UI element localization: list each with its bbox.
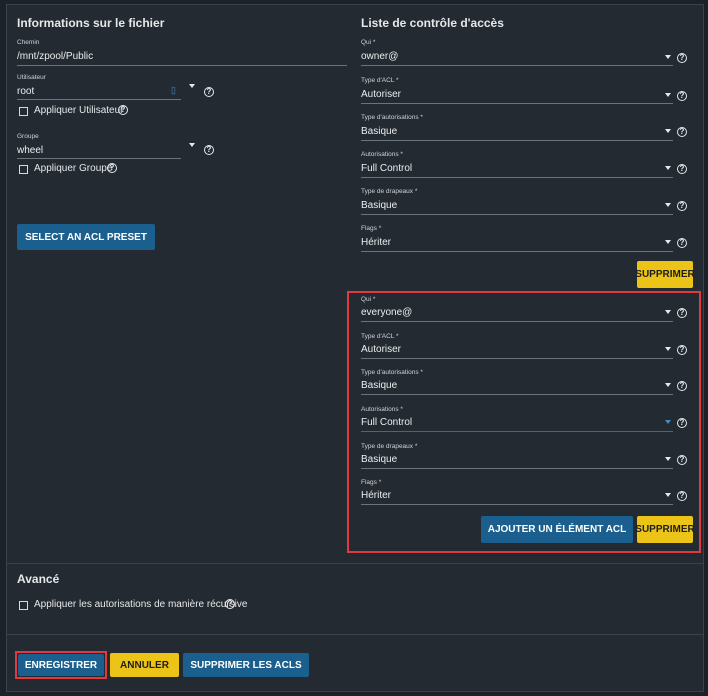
entry2-acltype-underline [361, 358, 673, 359]
recursive-checkbox[interactable] [19, 601, 28, 610]
entry2-perms-help-icon[interactable]: ? [677, 418, 687, 428]
user-help-icon[interactable]: ? [204, 87, 214, 97]
entry2-acltype-label: Type d'ACL * [361, 333, 399, 340]
entry1-permtype-underline [361, 140, 673, 141]
entry2-flagtype-help-icon[interactable]: ? [677, 455, 687, 465]
group-label: Groupe [17, 133, 39, 140]
entry1-flags-caret-down-icon[interactable] [665, 240, 671, 244]
entry1-acltype-select[interactable]: Autoriser [361, 89, 401, 100]
acl-title: Liste de contrôle d'accès [361, 16, 504, 30]
entry1-acltype-underline [361, 103, 673, 104]
entry1-perms-underline [361, 177, 673, 178]
path-field[interactable]: /mnt/zpool/Public [17, 51, 93, 62]
advanced-divider [7, 563, 703, 564]
entry2-perms-underline [361, 431, 673, 432]
save-button[interactable]: ENREGISTRER [18, 654, 104, 676]
cancel-button[interactable]: ANNULER [110, 653, 179, 677]
entry2-flags-label: Flags * [361, 479, 382, 486]
apply-group-label: Appliquer Groupe [34, 163, 113, 174]
strip-acls-button[interactable]: SUPPRIMER LES ACLS [183, 653, 309, 677]
entry1-permtype-label: Type d'autorisations * [361, 114, 423, 121]
user-caret-down-icon[interactable] [189, 84, 195, 88]
entry2-acltype-caret-down-icon[interactable] [665, 347, 671, 351]
footer-divider [7, 634, 703, 635]
entry1-perms-select[interactable]: Full Control [361, 163, 412, 174]
entry2-flagtype-underline [361, 468, 673, 469]
select-acl-preset-button[interactable]: SELECT AN ACL PRESET [17, 224, 155, 250]
entry2-flagtype-caret-down-icon[interactable] [665, 457, 671, 461]
entry1-flagtype-select[interactable]: Basique [361, 200, 397, 211]
apply-group-help-icon[interactable]: ? [107, 163, 117, 173]
entry2-perms-label: Autorisations * [361, 406, 403, 413]
entry2-delete-button[interactable]: SUPPRIMER [635, 516, 695, 543]
apply-user-label: Appliquer Utilisateur [34, 105, 124, 116]
entry1-who-label: Qui * [361, 39, 376, 46]
group-caret-down-icon[interactable] [189, 143, 195, 147]
entry1-flagtype-caret-down-icon[interactable] [665, 203, 671, 207]
entry2-who-select[interactable]: everyone@ [361, 307, 412, 318]
entry2-who-underline [361, 321, 673, 322]
user-field[interactable]: root [17, 86, 34, 97]
entry2-acltype-help-icon[interactable]: ? [677, 345, 687, 355]
entry1-perms-caret-down-icon[interactable] [665, 166, 671, 170]
entry1-flagtype-underline [361, 214, 673, 215]
advanced-title: Avancé [17, 572, 60, 586]
path-underline [17, 65, 347, 66]
entry1-flagtype-label: Type de drapeaux * [361, 188, 418, 195]
entry2-perms-caret-down-icon[interactable] [665, 420, 671, 424]
add-acl-item-button[interactable]: AJOUTER UN ÉLÉMENT ACL [481, 516, 633, 543]
entry2-permtype-help-icon[interactable]: ? [677, 381, 687, 391]
entry2-flags-help-icon[interactable]: ? [677, 491, 687, 501]
entry1-flags-label: Flags * [361, 225, 382, 232]
group-field[interactable]: wheel [17, 145, 43, 156]
entry1-delete-button[interactable]: SUPPRIMER [635, 261, 695, 288]
user-underline [17, 99, 181, 100]
entry2-flagtype-label: Type de drapeaux * [361, 443, 418, 450]
entry2-who-help-icon[interactable]: ? [677, 308, 687, 318]
entry1-acltype-label: Type d'ACL * [361, 77, 399, 84]
entry2-flags-underline [361, 504, 673, 505]
entry1-flags-underline [361, 251, 673, 252]
recursive-label: Appliquer les autorisations de manière r… [34, 599, 248, 610]
group-underline [17, 158, 181, 159]
entry2-permtype-label: Type d'autorisations * [361, 369, 423, 376]
entry1-who-help-icon[interactable]: ? [677, 53, 687, 63]
entry2-permtype-underline [361, 394, 673, 395]
entry2-perms-select[interactable]: Full Control [361, 417, 412, 428]
group-help-icon[interactable]: ? [204, 145, 214, 155]
user-cursor-icon: ▯ [171, 85, 176, 95]
entry1-perms-help-icon[interactable]: ? [677, 164, 687, 174]
recursive-help-icon[interactable]: ? [225, 599, 235, 609]
apply-user-checkbox[interactable] [19, 107, 28, 116]
entry1-permtype-help-icon[interactable]: ? [677, 127, 687, 137]
entry1-flags-select[interactable]: Hériter [361, 237, 391, 248]
entry1-permtype-select[interactable]: Basique [361, 126, 397, 137]
entry2-flagtype-select[interactable]: Basique [361, 454, 397, 465]
entry1-acltype-help-icon[interactable]: ? [677, 91, 687, 101]
entry2-permtype-select[interactable]: Basique [361, 380, 397, 391]
entry2-who-caret-down-icon[interactable] [665, 310, 671, 314]
entry2-permtype-caret-down-icon[interactable] [665, 383, 671, 387]
entry1-perms-label: Autorisations * [361, 151, 403, 158]
file-info-title: Informations sur le fichier [17, 16, 165, 30]
entry2-who-label: Qui * [361, 296, 376, 303]
entry1-acltype-caret-down-icon[interactable] [665, 93, 671, 97]
user-label: Utilisateur [17, 74, 46, 81]
apply-user-help-icon[interactable]: ? [118, 105, 128, 115]
path-label: Chemin [17, 39, 40, 46]
entry2-flags-caret-down-icon[interactable] [665, 493, 671, 497]
entry2-acltype-select[interactable]: Autoriser [361, 344, 401, 355]
entry1-who-underline [361, 65, 673, 66]
entry1-flagtype-help-icon[interactable]: ? [677, 201, 687, 211]
entry1-who-caret-down-icon[interactable] [665, 55, 671, 59]
apply-group-checkbox[interactable] [19, 165, 28, 174]
entry1-who-select[interactable]: owner@ [361, 51, 398, 62]
entry1-permtype-caret-down-icon[interactable] [665, 129, 671, 133]
entry2-flags-select[interactable]: Hériter [361, 490, 391, 501]
entry1-flags-help-icon[interactable]: ? [677, 238, 687, 248]
acl-editor-panel: Informations sur le fichier Chemin /mnt/… [6, 4, 704, 692]
